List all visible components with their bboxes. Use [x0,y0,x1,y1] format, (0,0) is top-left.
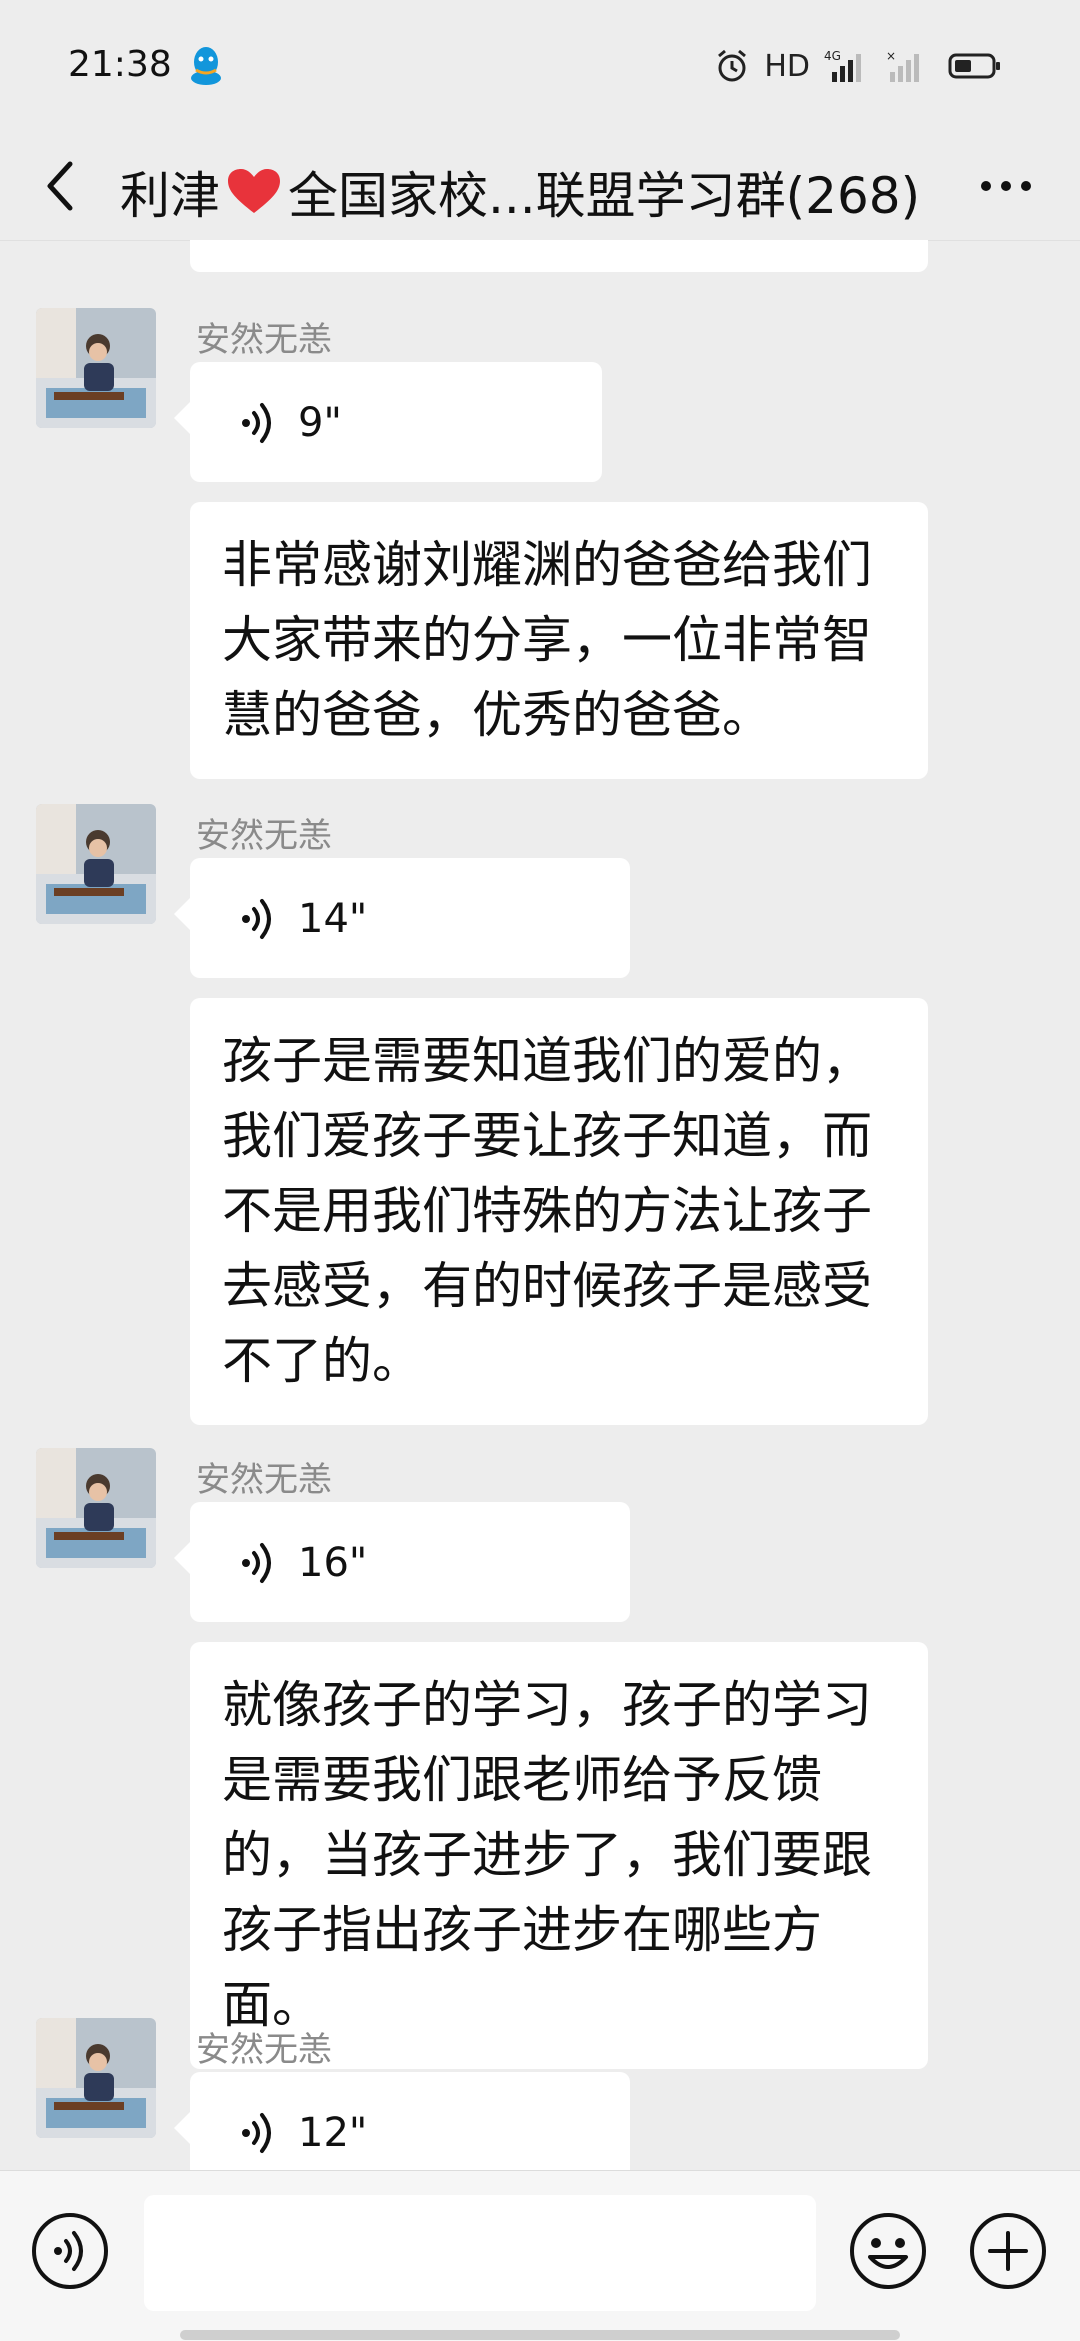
sender-name: 安然无恙 [196,320,332,360]
voice-row: 12" [240,2108,367,2158]
more-icon[interactable] [976,166,1036,206]
chat-title-prefix: 利津 [120,167,220,225]
voice-duration: 16" [298,1540,368,1586]
message-input[interactable] [144,2195,816,2311]
heart-icon [228,169,280,213]
bubble-tail [174,1542,190,1574]
svg-text:4G: 4G [824,49,841,63]
bubble-tail [174,402,190,434]
voice-wave-icon [242,403,271,443]
voice-duration: 14" [298,896,368,942]
message-text: 非常感谢刘耀渊的爸爸给我们大家带来的分享，一位非常智慧的爸爸，优秀的爸爸。 [222,536,872,744]
voice-message-bubble[interactable]: 16" [174,1502,630,1622]
status-time: 21:38 [68,44,172,85]
chat-header: 利津 全国家校...联盟学习群(268) [0,130,1080,241]
input-bar [0,2170,1080,2341]
alarm-icon [718,49,747,82]
voice-row: 14" [240,894,367,944]
voice-row: 16" [240,1538,367,1588]
avatar[interactable] [36,804,156,924]
message-text: 就像孩子的学习，孩子的学习是需要我们跟老师给予反馈的，当孩子进步了，我们要跟孩子… [222,1676,872,2034]
chat-title-suffix: 全国家校...联盟学习群(268) [288,167,921,225]
voice-duration: 12" [298,2110,368,2156]
status-bar: 21:38 HD 4G × [0,0,1080,130]
emoji-icon[interactable] [848,2211,928,2291]
sender-name: 安然无恙 [196,816,332,856]
voice-wave-icon [242,1543,271,1583]
voice-duration: 9" [298,400,342,446]
voice-wave-icon [242,2113,271,2153]
bubble-tail [174,898,190,930]
text-message-bubble[interactable]: 孩子是需要知道我们的爱的，我们爱孩子要让孩子知道，而不是用我们特殊的方法让孩子去… [190,998,928,1425]
voice-toggle-icon[interactable] [30,2211,110,2291]
voice-row: 9" [240,398,342,448]
avatar-image [36,804,156,924]
plus-icon[interactable] [968,2211,1048,2291]
svg-text:×: × [886,49,896,63]
message-list[interactable]: 安然无恙 9" 非常感谢刘耀渊的爸爸给我们大家带来的分享，一位非常智慧的爸爸，优… [0,240,1080,2170]
avatar[interactable] [36,308,156,428]
avatar-image [36,1448,156,1568]
avatar[interactable] [36,2018,156,2138]
battery-icon [948,53,1000,79]
avatar-image [36,2018,156,2138]
text-message-bubble[interactable]: 非常感谢刘耀渊的爸爸给我们大家带来的分享，一位非常智慧的爸爸，优秀的爸爸。 [190,502,928,779]
signal-icon: 4G × [824,49,919,82]
chat-title: 利津 全国家校...联盟学习群(268) [120,156,920,228]
qq-icon [191,47,221,85]
back-chevron-icon[interactable] [40,156,80,216]
partial-message-bubble[interactable] [190,240,928,272]
status-icons: HD 4G × [714,44,1002,88]
bubble-tail [174,2112,190,2144]
avatar-image [36,308,156,428]
text-message-bubble[interactable]: 就像孩子的学习，孩子的学习是需要我们跟老师给予反馈的，当孩子进步了，我们要跟孩子… [190,1642,928,2069]
hd-label: HD [764,48,810,84]
home-indicator[interactable] [180,2330,900,2340]
sender-name: 安然无恙 [196,2030,332,2070]
voice-message-bubble[interactable]: 9" [174,362,602,482]
voice-message-bubble[interactable]: 14" [174,858,630,978]
voice-message-bubble[interactable]: 12" [174,2072,630,2170]
voice-wave-icon [242,899,271,939]
message-text: 孩子是需要知道我们的爱的，我们爱孩子要让孩子知道，而不是用我们特殊的方法让孩子去… [222,1032,872,1390]
avatar[interactable] [36,1448,156,1568]
sender-name: 安然无恙 [196,1460,332,1500]
